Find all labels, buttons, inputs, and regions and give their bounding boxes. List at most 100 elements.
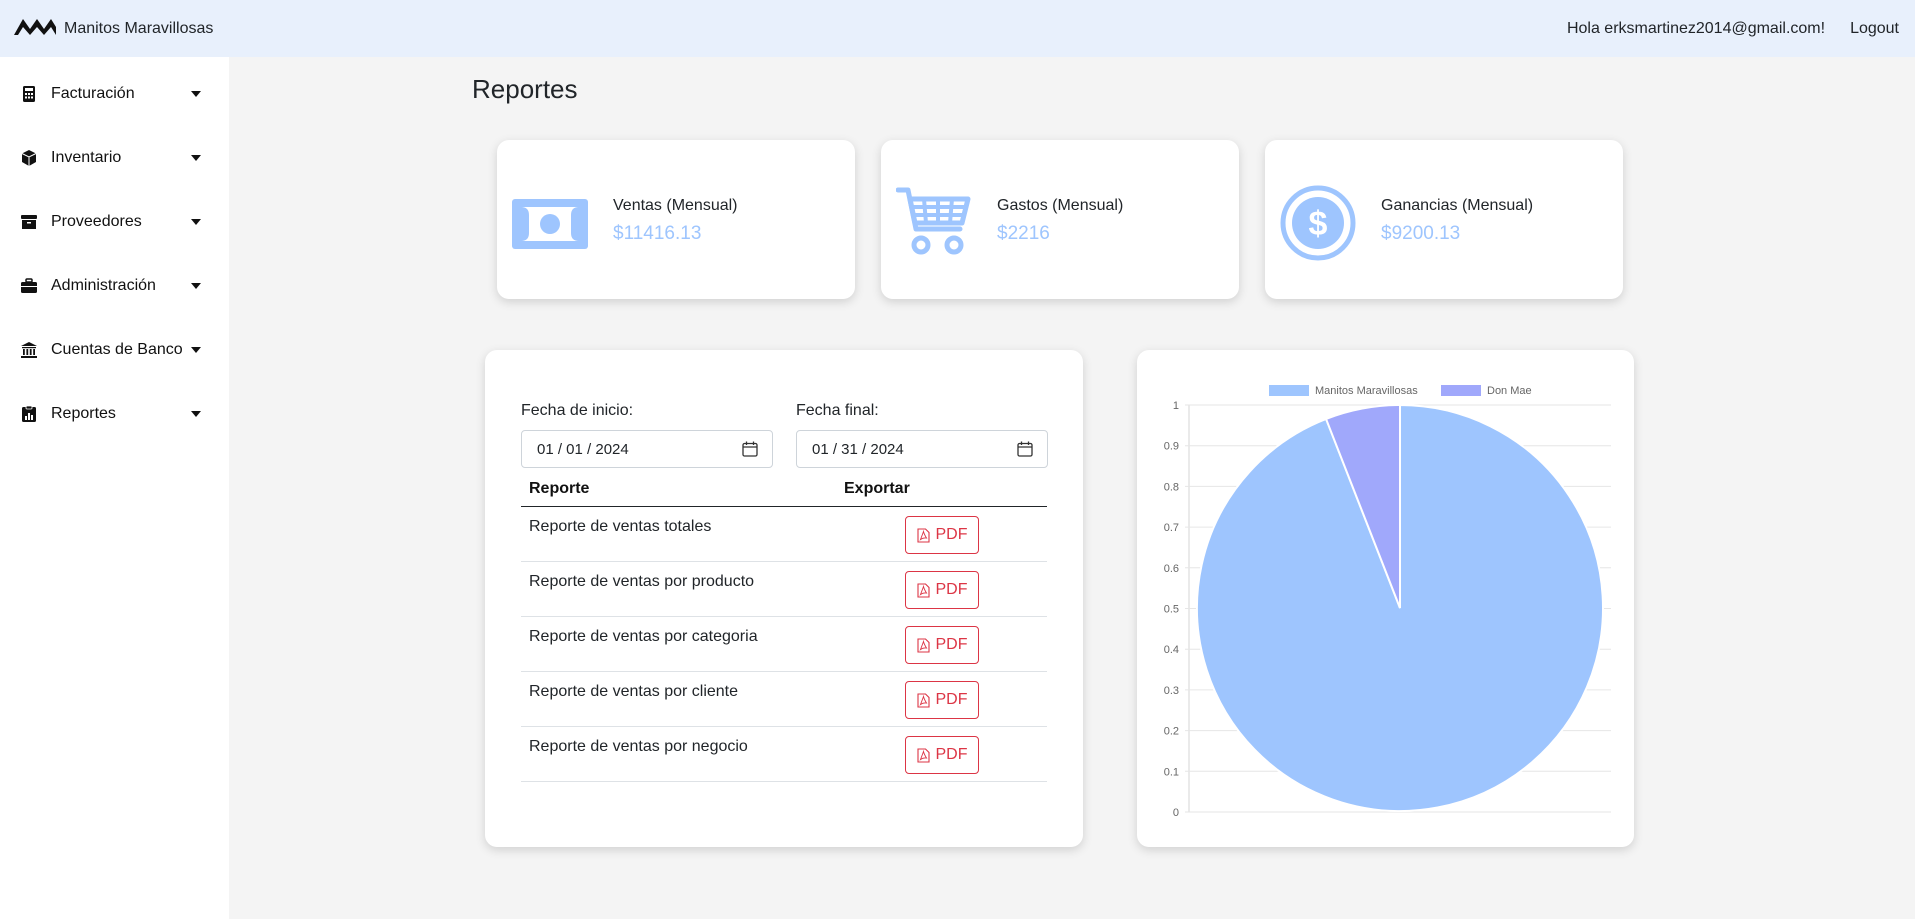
sidebar-item-label: Reportes: [51, 405, 116, 422]
stat-card-ganancias: $ Ganancias (Mensual) $9200.13: [1265, 140, 1623, 299]
y-tick-label: 0.2: [1164, 726, 1179, 738]
table-row: Reporte de ventas por negocio PDF: [521, 727, 1047, 782]
stat-card-gastos: Gastos (Mensual) $2216: [881, 140, 1239, 299]
y-tick-label: 0.3: [1164, 685, 1179, 697]
stat-card-ventas: Ventas (Mensual) $11416.13: [497, 140, 855, 299]
y-tick-label: 0.5: [1164, 604, 1179, 616]
export-pdf-button[interactable]: PDF: [905, 736, 979, 774]
sidebar-item-proveedores[interactable]: Proveedores: [0, 202, 229, 242]
file-pdf-icon: [916, 692, 930, 708]
column-header-reporte: Reporte: [529, 480, 590, 497]
briefcase-icon: [20, 277, 38, 295]
stat-label: Ganancias (Mensual): [1381, 197, 1534, 214]
end-date-label: Fecha final:: [796, 402, 879, 419]
pdf-button-label: PDF: [935, 581, 968, 598]
caret-down-icon: [191, 283, 201, 289]
report-form-card: Fecha de inicio: 01 / 01 / 2024 Fecha fi…: [485, 350, 1083, 847]
start-date-input[interactable]: 01 / 01 / 2024: [521, 430, 773, 468]
export-pdf-button[interactable]: PDF: [905, 516, 979, 554]
report-icon: [20, 405, 38, 423]
sidebar-item-administracion[interactable]: Administración: [0, 266, 229, 306]
stat-value: $9200.13: [1381, 223, 1461, 244]
export-pdf-button[interactable]: PDF: [905, 626, 979, 664]
caret-down-icon: [191, 219, 201, 225]
logout-link[interactable]: Logout: [1850, 20, 1899, 38]
caret-down-icon: [191, 91, 201, 97]
caret-down-icon: [191, 411, 201, 417]
y-tick-label: 0.8: [1164, 481, 1179, 493]
pdf-button-label: PDF: [935, 746, 968, 763]
start-date-label: Fecha de inicio:: [521, 402, 634, 419]
user-greeting: Hola erksmartinez2014@gmail.com!: [1566, 19, 1826, 37]
calculator-icon: [20, 85, 38, 103]
file-pdf-icon: [916, 527, 930, 543]
y-tick-label: 1: [1173, 400, 1179, 412]
legend-swatch: [1441, 385, 1481, 396]
legend-swatch: [1269, 385, 1309, 396]
caret-down-icon: [191, 347, 201, 353]
stat-label: Ventas (Mensual): [613, 197, 738, 214]
archive-icon: [20, 213, 38, 231]
page-title: Reportes: [472, 74, 578, 104]
file-pdf-icon: [916, 582, 930, 598]
file-pdf-icon: [916, 637, 930, 653]
brand-logo-icon: [14, 15, 56, 42]
y-tick-label: 0: [1173, 807, 1179, 819]
pie-chart-card: 0 0.1 0.2 0.3 0.4 0.5 0.6 0.7 0.8 0.9 1 Manitos Mar…: [1137, 350, 1634, 847]
report-name: Reporte de ventas por negocio: [529, 738, 748, 755]
sidebar-item-inventario[interactable]: Inventario: [0, 138, 229, 178]
sidebar-item-reportes[interactable]: Reportes: [0, 394, 229, 434]
end-date-value: 01 / 31 / 2024: [812, 440, 904, 458]
table-header: Reporte Exportar: [521, 475, 1047, 507]
report-name: Reporte de ventas por cliente: [529, 683, 739, 700]
cart-icon: [895, 185, 972, 261]
stat-value: $11416.13: [613, 223, 702, 244]
report-name: Reporte de ventas por producto: [529, 573, 755, 590]
file-pdf-icon: [916, 747, 930, 763]
pdf-button-label: PDF: [935, 526, 968, 543]
sidebar-item-label: Inventario: [51, 149, 122, 166]
y-tick-label: 0.7: [1164, 522, 1179, 534]
bank-icon: [20, 341, 38, 359]
stat-label: Gastos (Mensual): [997, 197, 1124, 214]
calendar-icon[interactable]: [1017, 441, 1033, 457]
legend-label: Don Mae: [1487, 385, 1532, 397]
sidebar-item-label: Facturación: [51, 85, 135, 102]
sidebar-item-cuentas-banco[interactable]: Cuentas de Banco: [0, 330, 229, 370]
dollar-circle-icon: $: [1280, 185, 1356, 261]
stat-value: $2216: [997, 223, 1050, 244]
y-tick-label: 0.6: [1164, 563, 1179, 575]
caret-down-icon: [191, 155, 201, 161]
export-pdf-button[interactable]: PDF: [905, 571, 979, 609]
report-name: Reporte de ventas totales: [529, 518, 712, 535]
report-table: Reporte Exportar Reporte de ventas total…: [521, 475, 1047, 782]
table-row: Reporte de ventas por cliente PDF: [521, 672, 1047, 727]
sidebar: Facturación Inventario Proveedores Admin…: [0, 57, 229, 919]
end-date-input[interactable]: 01 / 31 / 2024: [796, 430, 1048, 468]
y-tick-label: 0.9: [1164, 441, 1179, 453]
sidebar-item-label: Proveedores: [51, 213, 142, 230]
export-pdf-button[interactable]: PDF: [905, 681, 979, 719]
sidebar-item-label: Administración: [51, 277, 156, 294]
table-row: Reporte de ventas totales PDF: [521, 507, 1047, 562]
pdf-button-label: PDF: [935, 691, 968, 708]
sidebar-item-facturacion[interactable]: Facturación: [0, 74, 229, 114]
pie-chart: 0 0.1 0.2 0.3 0.4 0.5 0.6 0.7 0.8 0.9 1 Manitos Mar…: [1164, 385, 1611, 819]
column-header-exportar: Exportar: [844, 480, 910, 497]
table-row: Reporte de ventas por producto PDF: [521, 562, 1047, 617]
brand-name: Manitos Maravillosas: [64, 19, 214, 37]
money-bill-icon: [512, 185, 588, 261]
start-date-value: 01 / 01 / 2024: [537, 440, 629, 458]
report-name: Reporte de ventas por categoria: [529, 628, 758, 645]
top-navbar: Manitos Maravillosas Hola erksmartinez20…: [0, 0, 1915, 57]
sidebar-item-label: Cuentas de Banco: [51, 341, 183, 358]
calendar-icon[interactable]: [742, 441, 758, 457]
svg-text:$: $: [1309, 205, 1328, 243]
legend-label: Manitos Maravillosas: [1315, 385, 1418, 397]
table-row: Reporte de ventas por categoria PDF: [521, 617, 1047, 672]
y-tick-label: 0.4: [1164, 644, 1179, 656]
brand-link[interactable]: Manitos Maravillosas: [14, 15, 213, 42]
pdf-button-label: PDF: [935, 636, 968, 653]
box-icon: [20, 149, 38, 167]
y-tick-label: 0.1: [1164, 766, 1179, 778]
